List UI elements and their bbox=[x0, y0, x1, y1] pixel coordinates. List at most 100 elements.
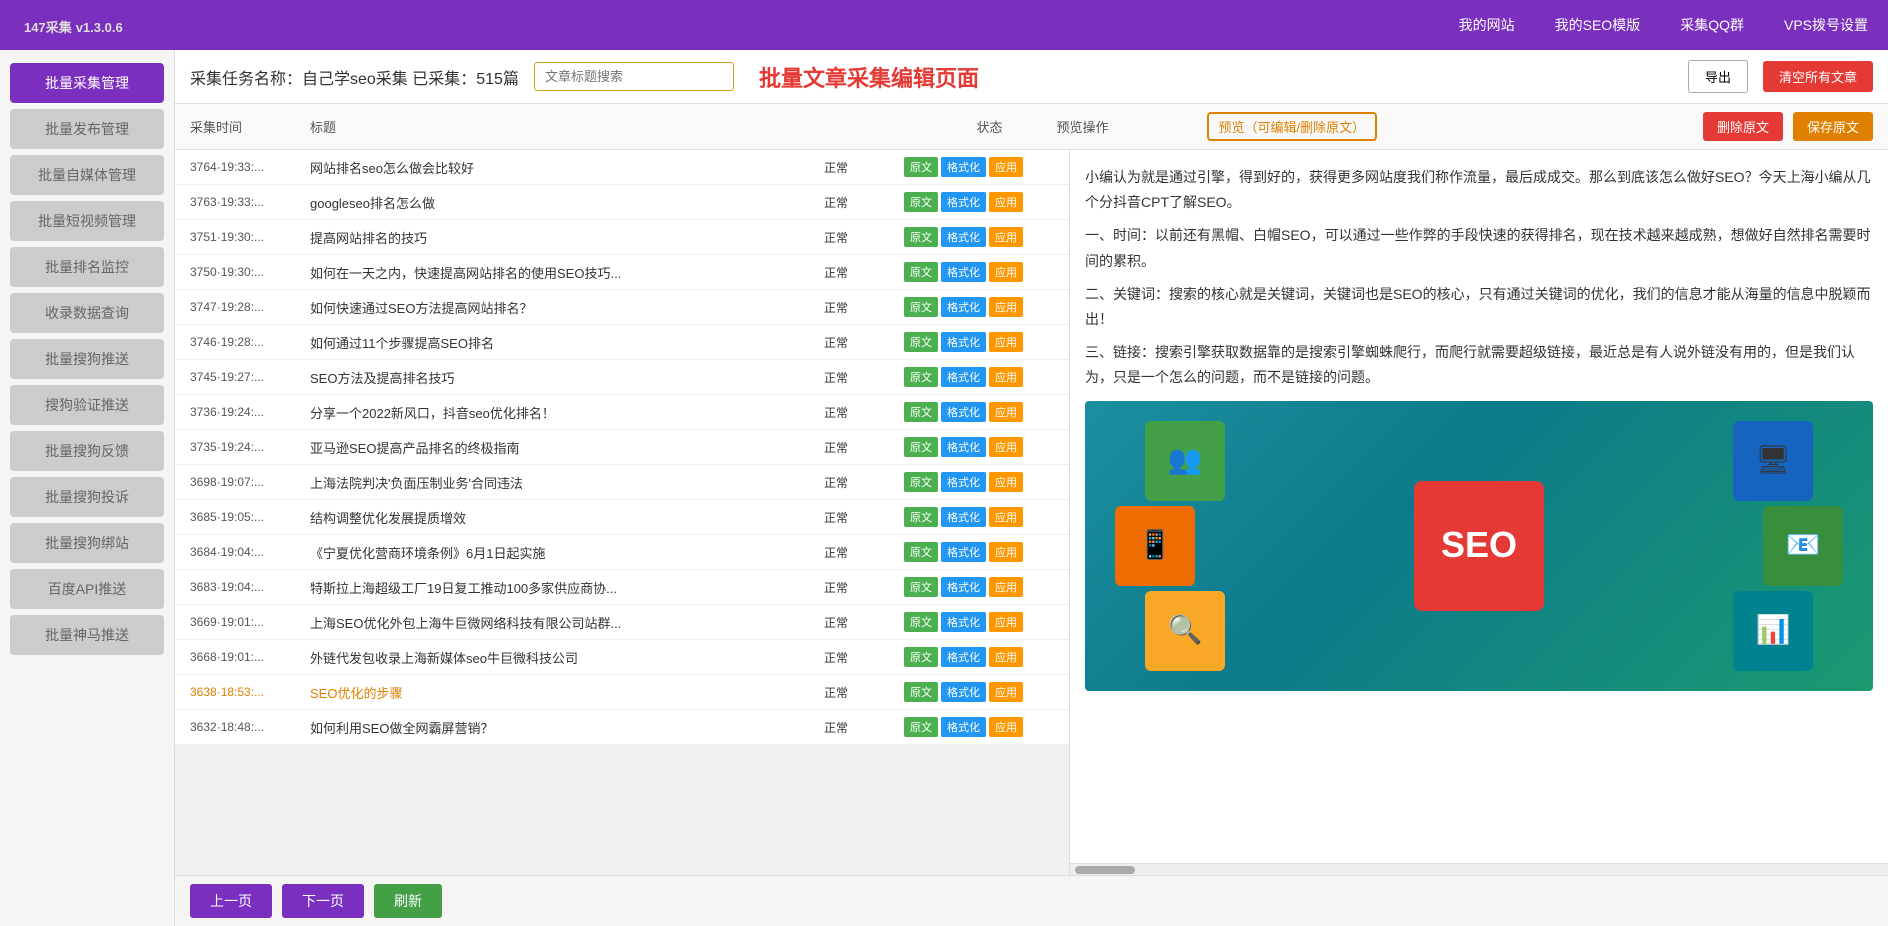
btn-yingying[interactable]: 应用 bbox=[989, 472, 1023, 492]
btn-geshi[interactable]: 格式化 bbox=[941, 647, 986, 667]
sidebar-item-batch-media[interactable]: 批量自媒体管理 bbox=[10, 155, 164, 195]
table-row[interactable]: 3750·19:30:... 如何在一天之内，快速提高网站排名的使用SEO技巧.… bbox=[175, 255, 1069, 290]
row-title: 结构调整优化发展提质增效 bbox=[310, 508, 824, 527]
sidebar-item-sougou-bind[interactable]: 批量搜狗绑站 bbox=[10, 523, 164, 563]
table-row[interactable]: 3698·19:07:... 上海法院判决'负面压制业务'合同违法 正常 原文 … bbox=[175, 465, 1069, 500]
nav-seo-template[interactable]: 我的SEO模版 bbox=[1555, 15, 1641, 35]
btn-yuanwen[interactable]: 原文 bbox=[904, 577, 938, 597]
btn-yuanwen[interactable]: 原文 bbox=[904, 227, 938, 247]
btn-geshi[interactable]: 格式化 bbox=[941, 332, 986, 352]
sidebar-item-batch-publish[interactable]: 批量发布管理 bbox=[10, 109, 164, 149]
sidebar-item-batch-rank[interactable]: 批量排名监控 bbox=[10, 247, 164, 287]
sidebar-item-sougou-complain[interactable]: 批量搜狗投诉 bbox=[10, 477, 164, 517]
table-row[interactable]: 3764·19:33:... 网站排名seo怎么做会比较好 正常 原文 格式化 … bbox=[175, 150, 1069, 185]
btn-geshi[interactable]: 格式化 bbox=[941, 157, 986, 177]
btn-yuanwen[interactable]: 原文 bbox=[904, 682, 938, 702]
btn-yingying[interactable]: 应用 bbox=[989, 717, 1023, 737]
delete-orig-button[interactable]: 删除原文 bbox=[1703, 112, 1783, 141]
nav-my-website[interactable]: 我的网站 bbox=[1459, 15, 1515, 35]
btn-yuanwen[interactable]: 原文 bbox=[904, 367, 938, 387]
sidebar-item-batch-collect[interactable]: 批量采集管理 bbox=[10, 63, 164, 103]
btn-yuanwen[interactable]: 原文 bbox=[904, 542, 938, 562]
btn-geshi[interactable]: 格式化 bbox=[941, 577, 986, 597]
btn-geshi[interactable]: 格式化 bbox=[941, 367, 986, 387]
btn-yingying[interactable]: 应用 bbox=[989, 192, 1023, 212]
btn-geshi[interactable]: 格式化 bbox=[941, 542, 986, 562]
row-status: 正常 bbox=[824, 509, 904, 526]
btn-yingying[interactable]: 应用 bbox=[989, 262, 1023, 282]
sidebar-item-batch-shortvideo[interactable]: 批量短视频管理 bbox=[10, 201, 164, 241]
table-row[interactable]: 3745·19:27:... SEO方法及提高排名技巧 正常 原文 格式化 应用 bbox=[175, 360, 1069, 395]
table-row[interactable]: 3746·19:28:... 如何通过11个步骤提高SEO排名 正常 原文 格式… bbox=[175, 325, 1069, 360]
btn-yingying[interactable]: 应用 bbox=[989, 507, 1023, 527]
table-row[interactable]: 3735·19:24:... 亚马逊SEO提高产品排名的终极指南 正常 原文 格… bbox=[175, 430, 1069, 465]
preview-scrollbar[interactable] bbox=[1070, 863, 1888, 875]
prev-page-button[interactable]: 上一页 bbox=[190, 884, 272, 918]
btn-geshi[interactable]: 格式化 bbox=[941, 507, 986, 527]
btn-yingying[interactable]: 应用 bbox=[989, 612, 1023, 632]
table-row[interactable]: 3668·19:01:... 外链代发包收录上海新媒体seo牛巨微科技公司 正常… bbox=[175, 640, 1069, 675]
btn-yingying[interactable]: 应用 bbox=[989, 297, 1023, 317]
table-row[interactable]: 3669·19:01:... 上海SEO优化外包上海牛巨微网络科技有限公司站群.… bbox=[175, 605, 1069, 640]
btn-yingying[interactable]: 应用 bbox=[989, 402, 1023, 422]
btn-yuanwen[interactable]: 原文 bbox=[904, 612, 938, 632]
btn-yuanwen[interactable]: 原文 bbox=[904, 437, 938, 457]
row-time: 3745·19:27:... bbox=[190, 370, 310, 384]
btn-yuanwen[interactable]: 原文 bbox=[904, 717, 938, 737]
btn-geshi[interactable]: 格式化 bbox=[941, 192, 986, 212]
next-page-button[interactable]: 下一页 bbox=[282, 884, 364, 918]
btn-yingying[interactable]: 应用 bbox=[989, 157, 1023, 177]
btn-geshi[interactable]: 格式化 bbox=[941, 682, 986, 702]
btn-geshi[interactable]: 格式化 bbox=[941, 612, 986, 632]
btn-yuanwen[interactable]: 原文 bbox=[904, 297, 938, 317]
nav-qq-group[interactable]: 采集QQ群 bbox=[1680, 15, 1744, 35]
btn-yuanwen[interactable]: 原文 bbox=[904, 157, 938, 177]
btn-yuanwen[interactable]: 原文 bbox=[904, 647, 938, 667]
btn-yingying[interactable]: 应用 bbox=[989, 647, 1023, 667]
btn-yingying[interactable]: 应用 bbox=[989, 577, 1023, 597]
refresh-button[interactable]: 刷新 bbox=[374, 884, 442, 918]
table-row[interactable]: 3632·18:48:... 如何利用SEO做全网霸屏营销？ 正常 原文 格式化… bbox=[175, 710, 1069, 745]
nav-vps-setting[interactable]: VPS拨号设置 bbox=[1784, 15, 1868, 35]
sidebar-item-sougou-feedback[interactable]: 批量搜狗反馈 bbox=[10, 431, 164, 471]
sidebar-item-sougou-push[interactable]: 批量搜狗推送 bbox=[10, 339, 164, 379]
table-row[interactable]: 3736·19:24:... 分享一个2022新风口，抖音seo优化排名！ 正常… bbox=[175, 395, 1069, 430]
btn-yuanwen[interactable]: 原文 bbox=[904, 472, 938, 492]
btn-yuanwen[interactable]: 原文 bbox=[904, 192, 938, 212]
row-title: 上海法院判决'负面压制业务'合同违法 bbox=[310, 473, 824, 492]
btn-geshi[interactable]: 格式化 bbox=[941, 437, 986, 457]
btn-yuanwen[interactable]: 原文 bbox=[904, 332, 938, 352]
btn-yingying[interactable]: 应用 bbox=[989, 227, 1023, 247]
export-button[interactable]: 导出 bbox=[1688, 60, 1748, 93]
table-row[interactable]: 3685·19:05:... 结构调整优化发展提质增效 正常 原文 格式化 应用 bbox=[175, 500, 1069, 535]
btn-yuanwen[interactable]: 原文 bbox=[904, 402, 938, 422]
row-actions: 原文 格式化 应用 bbox=[904, 367, 1054, 387]
sidebar-item-sougou-verify[interactable]: 搜狗验证推送 bbox=[10, 385, 164, 425]
btn-yingying[interactable]: 应用 bbox=[989, 332, 1023, 352]
btn-yuanwen[interactable]: 原文 bbox=[904, 507, 938, 527]
btn-yingying[interactable]: 应用 bbox=[989, 437, 1023, 457]
sidebar-item-shenma-push[interactable]: 批量神马推送 bbox=[10, 615, 164, 655]
btn-geshi[interactable]: 格式化 bbox=[941, 227, 986, 247]
btn-yingying[interactable]: 应用 bbox=[989, 367, 1023, 387]
table-row[interactable]: 3747·19:28:... 如何快速通过SEO方法提高网站排名？ 正常 原文 … bbox=[175, 290, 1069, 325]
btn-geshi[interactable]: 格式化 bbox=[941, 472, 986, 492]
sidebar-item-baidu-api[interactable]: 百度API推送 bbox=[10, 569, 164, 609]
btn-geshi[interactable]: 格式化 bbox=[941, 262, 986, 282]
table-row[interactable]: 3684·19:04:... 《宁夏优化营商环境条例》6月1日起实施 正常 原文… bbox=[175, 535, 1069, 570]
btn-yuanwen[interactable]: 原文 bbox=[904, 262, 938, 282]
clear-all-button[interactable]: 清空所有文章 bbox=[1763, 61, 1873, 92]
save-orig-button[interactable]: 保存原文 bbox=[1793, 112, 1873, 141]
preview-content[interactable]: 小编认为就是通过引擎，得到好的，获得更多网站度我们称作流量，最后成成交。那么到底… bbox=[1070, 150, 1888, 863]
btn-yingying[interactable]: 应用 bbox=[989, 682, 1023, 702]
btn-yingying[interactable]: 应用 bbox=[989, 542, 1023, 562]
sidebar-item-collect-data[interactable]: 收录数据查询 bbox=[10, 293, 164, 333]
btn-geshi[interactable]: 格式化 bbox=[941, 297, 986, 317]
table-row[interactable]: 3683·19:04:... 特斯拉上海超级工厂19日复工推动100多家供应商协… bbox=[175, 570, 1069, 605]
search-input[interactable] bbox=[534, 62, 734, 91]
table-row[interactable]: 3751·19:30:... 提高网站排名的技巧 正常 原文 格式化 应用 bbox=[175, 220, 1069, 255]
btn-geshi[interactable]: 格式化 bbox=[941, 717, 986, 737]
btn-geshi[interactable]: 格式化 bbox=[941, 402, 986, 422]
table-row[interactable]: 3763·19:33:... googleseo排名怎么做 正常 原文 格式化 … bbox=[175, 185, 1069, 220]
table-row[interactable]: 3638·18:53:... SEO优化的步骤 正常 原文 格式化 应用 bbox=[175, 675, 1069, 710]
